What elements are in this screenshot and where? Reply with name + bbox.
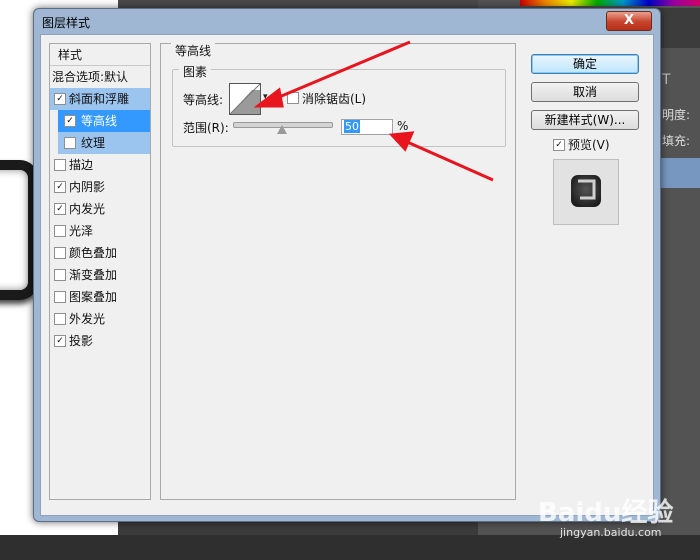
satin-checkbox[interactable] (54, 225, 66, 237)
range-input[interactable]: 50 (341, 119, 393, 135)
new-style-button[interactable]: 新建样式(W)... (531, 110, 639, 130)
layer-style-dialog: 图层样式 X 样式 混合选项:默认 ✓ 斜面和浮雕 ✓ 等高线 纹理 描边 ✓ … (33, 8, 661, 522)
elements-group-title: 图素 (179, 63, 212, 80)
contour-label: 等高线 (81, 114, 118, 128)
dialog-body: 样式 混合选项:默认 ✓ 斜面和浮雕 ✓ 等高线 纹理 描边 ✓ 内阴影 ✓ 内… (40, 34, 654, 516)
contour-checkbox[interactable]: ✓ (64, 115, 76, 127)
contour-options-panel: 等高线 图素 等高线: ▾ 消除锯齿(L) 范围(R): 50 % (160, 42, 516, 500)
styles-header[interactable]: 样式 (50, 44, 150, 66)
range-slider-thumb[interactable] (277, 125, 287, 134)
gradient-overlay-label: 渐变叠加 (69, 268, 118, 282)
gradient-overlay-checkbox[interactable] (54, 269, 66, 281)
pattern-overlay-checkbox[interactable] (54, 291, 66, 303)
chevron-down-icon[interactable]: ▾ (263, 92, 268, 102)
color-overlay-checkbox[interactable] (54, 247, 66, 259)
range-label: 范围(R): (183, 121, 229, 135)
inner-glow-checkbox[interactable]: ✓ (54, 203, 66, 215)
outer-glow-checkbox[interactable] (54, 313, 66, 325)
watermark-logo: Baidu经验 (538, 498, 674, 528)
preview-label: 预览(V) (568, 138, 610, 152)
drop-shadow-checkbox[interactable]: ✓ (54, 335, 66, 347)
elements-group: 图素 等高线: ▾ 消除锯齿(L) 范围(R): 50 % (172, 63, 506, 147)
texture-label: 纹理 (81, 136, 106, 150)
contour-field-label: 等高线: (183, 93, 224, 107)
bevel-emboss-checkbox[interactable]: ✓ (54, 93, 66, 105)
contour-curve-icon (229, 83, 261, 115)
selected-layer (660, 158, 700, 188)
range-unit: % (397, 119, 409, 133)
style-item-contour[interactable]: ✓ 等高线 (58, 110, 150, 132)
style-item-satin[interactable]: 光泽 (50, 220, 150, 242)
pattern-overlay-label: 图案叠加 (69, 290, 118, 304)
close-button[interactable]: X (606, 11, 652, 31)
fill-label: 填充: (662, 134, 691, 148)
color-swatches (520, 0, 700, 6)
anti-alias-label: 消除锯齿(L) (302, 92, 367, 106)
dialog-title: 图层样式 (42, 16, 91, 30)
contour-group-title: 等高线 (171, 42, 216, 59)
bevel-emboss-label: 斜面和浮雕 (69, 92, 130, 106)
style-item-color-overlay[interactable]: 颜色叠加 (50, 242, 150, 264)
style-item-gradient-overlay[interactable]: 渐变叠加 (50, 264, 150, 286)
text-tool-icon: T (662, 72, 671, 88)
outer-glow-label: 外发光 (69, 312, 106, 326)
style-item-bevel-emboss[interactable]: ✓ 斜面和浮雕 (50, 88, 150, 110)
style-preview (553, 159, 619, 225)
texture-checkbox[interactable] (64, 137, 76, 149)
blend-options-label: 混合选项:默认 (52, 70, 129, 84)
style-item-inner-glow[interactable]: ✓ 内发光 (50, 198, 150, 220)
contour-curve-picker[interactable] (229, 83, 261, 115)
opacity-label: 明度: (662, 108, 691, 122)
stroke-checkbox[interactable] (54, 159, 66, 171)
style-item-stroke[interactable]: 描边 (50, 154, 150, 176)
style-item-texture[interactable]: 纹理 (58, 132, 150, 154)
satin-label: 光泽 (69, 224, 94, 238)
drop-shadow-label: 投影 (69, 334, 94, 348)
range-value: 50 (344, 120, 360, 133)
style-item-outer-glow[interactable]: 外发光 (50, 308, 150, 330)
style-list: 样式 混合选项:默认 ✓ 斜面和浮雕 ✓ 等高线 纹理 描边 ✓ 内阴影 ✓ 内… (49, 43, 151, 500)
inner-shadow-checkbox[interactable]: ✓ (54, 181, 66, 193)
ok-button[interactable]: 确定 (531, 54, 639, 74)
inner-shadow-label: 内阴影 (69, 180, 106, 194)
blend-options-item[interactable]: 混合选项:默认 (50, 66, 150, 88)
anti-alias-checkbox[interactable] (287, 92, 299, 104)
cancel-button[interactable]: 取消 (531, 82, 639, 102)
color-overlay-label: 颜色叠加 (69, 246, 118, 260)
style-item-pattern-overlay[interactable]: 图案叠加 (50, 286, 150, 308)
style-item-inner-shadow[interactable]: ✓ 内阴影 (50, 176, 150, 198)
preview-checkbox[interactable]: ✓ (553, 139, 565, 151)
stroke-label: 描边 (69, 158, 94, 172)
preview-thumbnail-icon (571, 175, 601, 207)
inner-glow-label: 内发光 (69, 202, 106, 216)
watermark-url: jingyan.baidu.com (560, 526, 662, 539)
style-item-drop-shadow[interactable]: ✓ 投影 (50, 330, 150, 352)
